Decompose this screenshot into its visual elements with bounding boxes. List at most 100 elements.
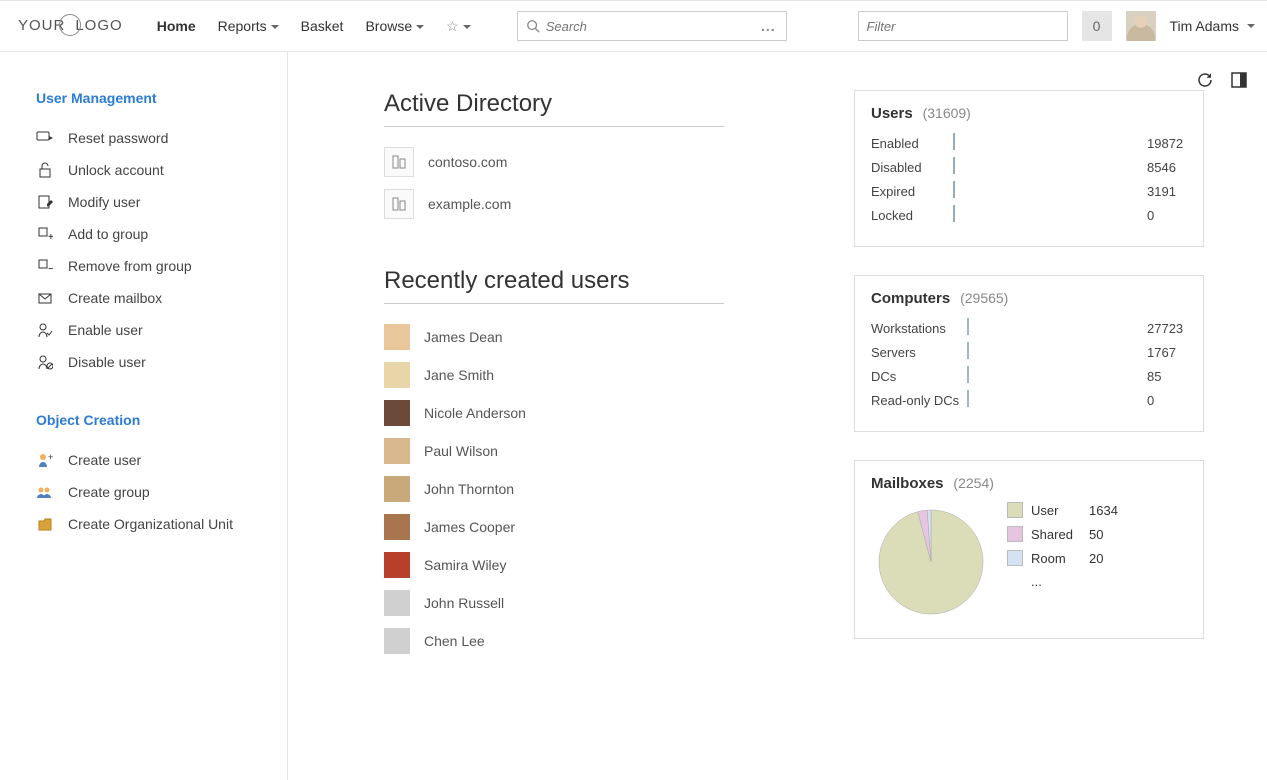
- search-input[interactable]: [546, 19, 759, 34]
- nav-basket[interactable]: Basket: [291, 12, 354, 40]
- legend-item[interactable]: Shared50: [1007, 526, 1118, 542]
- user-name-label: James Cooper: [424, 519, 515, 535]
- stat-label: Enabled: [871, 136, 953, 151]
- user-list-item[interactable]: James Cooper: [384, 508, 814, 546]
- top-nav: Home Reports Basket Browse ☆: [147, 12, 481, 41]
- sidebar-heading-object-creation: Object Creation: [36, 412, 287, 428]
- legend-swatch-icon: [1007, 526, 1023, 542]
- stat-bar: [967, 343, 1139, 361]
- stat-row[interactable]: Expired3191: [871, 182, 1187, 200]
- logo: YOURLOGO: [12, 15, 133, 37]
- user-name-label: Paul Wilson: [424, 443, 498, 459]
- filter-box[interactable]: [858, 11, 1068, 41]
- user-list-item[interactable]: Chen Lee: [384, 622, 814, 660]
- stat-label: Locked: [871, 208, 953, 223]
- sidebar-item-label: Modify user: [68, 194, 140, 210]
- legend-item[interactable]: User 1634: [1007, 502, 1118, 518]
- user-avatar-icon: [384, 400, 410, 426]
- user-list-item[interactable]: James Dean: [384, 318, 814, 356]
- filter-input[interactable]: [867, 19, 1059, 34]
- legend-label: User: [1031, 503, 1081, 518]
- legend-label: Shared: [1031, 527, 1081, 542]
- sidebar: User Management Reset passwordUnlock acc…: [0, 52, 288, 780]
- panel-computers-title: Computers: [871, 290, 950, 307]
- sidebar-heading-user-management: User Management: [36, 90, 287, 106]
- panel-users-title: Users: [871, 105, 913, 122]
- stat-value: 3191: [1147, 184, 1187, 199]
- chevron-down-icon: [416, 25, 424, 29]
- user-list-item[interactable]: John Thornton: [384, 470, 814, 508]
- sidebar-item[interactable]: −Remove from group: [36, 250, 287, 282]
- user-list-item[interactable]: Jane Smith: [384, 356, 814, 394]
- sidebar-item[interactable]: Create group: [36, 476, 287, 508]
- legend-value: 1634: [1089, 503, 1118, 518]
- stat-bar: [967, 319, 1139, 337]
- domain-item[interactable]: example.com: [384, 183, 814, 225]
- nav-home[interactable]: Home: [147, 12, 206, 40]
- basket-counter[interactable]: 0: [1082, 11, 1112, 41]
- user-avatar-icon: [384, 324, 410, 350]
- search-more-icon[interactable]: ...: [759, 18, 778, 34]
- user-menu[interactable]: Tim Adams: [1170, 18, 1256, 34]
- main-content: Active Directory contoso.comexample.com …: [288, 52, 1267, 780]
- topbar: YOURLOGO Home Reports Basket Browse ☆ ..…: [0, 0, 1267, 52]
- nav-favorites[interactable]: ☆: [436, 12, 481, 41]
- legend-value: 20: [1089, 551, 1103, 566]
- stat-row[interactable]: Disabled 8546: [871, 158, 1187, 176]
- action-icon: [36, 193, 54, 211]
- stat-label: Read-only DCs: [871, 393, 967, 408]
- legend-item[interactable]: Room 20: [1007, 550, 1118, 566]
- stat-row[interactable]: Read-only DCs0: [871, 391, 1187, 409]
- action-icon: [36, 289, 54, 307]
- legend-more[interactable]: ...: [1007, 574, 1118, 589]
- stat-row[interactable]: Servers1767: [871, 343, 1187, 361]
- refresh-icon[interactable]: [1195, 70, 1215, 90]
- search-box[interactable]: ...: [517, 11, 787, 41]
- panel-computers-count: (29565): [960, 290, 1008, 306]
- svg-text:+: +: [48, 452, 53, 462]
- stat-row[interactable]: Workstations27723: [871, 319, 1187, 337]
- sidebar-item[interactable]: Unlock account: [36, 154, 287, 186]
- stat-row[interactable]: Locked0: [871, 206, 1187, 224]
- sidebar-item[interactable]: +Add to group: [36, 218, 287, 250]
- user-list-item[interactable]: Samira Wiley: [384, 546, 814, 584]
- sidebar-item[interactable]: Create mailbox: [36, 282, 287, 314]
- user-avatar-icon: [384, 362, 410, 388]
- sidebar-item-label: Create user: [68, 452, 141, 468]
- panel-mailboxes-count: (2254): [953, 475, 993, 491]
- domain-icon: [384, 189, 414, 219]
- legend-label: Room: [1031, 551, 1081, 566]
- stat-label: Disabled: [871, 160, 953, 175]
- panel-users: Users (31609) Enabled19872Disabled8546Ex…: [854, 90, 1204, 247]
- action-icon: [36, 515, 54, 533]
- sidebar-item-label: Remove from group: [68, 258, 192, 274]
- panel-toggle-icon[interactable]: [1229, 70, 1249, 90]
- user-name-label: James Dean: [424, 329, 503, 345]
- stat-bar: [967, 391, 1139, 409]
- sidebar-item-label: Create group: [68, 484, 150, 500]
- sidebar-item[interactable]: Enable user: [36, 314, 287, 346]
- section-title-active-directory: Active Directory: [384, 90, 814, 118]
- stat-bar: [953, 134, 1139, 152]
- sidebar-item[interactable]: + Create user: [36, 444, 287, 476]
- sidebar-item[interactable]: Reset password: [36, 122, 287, 154]
- sidebar-item[interactable]: Disable user: [36, 346, 287, 378]
- user-avatar-icon: [384, 552, 410, 578]
- sidebar-item[interactable]: Create Organizational Unit: [36, 508, 287, 540]
- stat-row[interactable]: DCs85: [871, 367, 1187, 385]
- avatar[interactable]: [1126, 11, 1156, 41]
- stat-label: Workstations: [871, 321, 967, 336]
- nav-reports[interactable]: Reports: [208, 12, 289, 40]
- nav-browse[interactable]: Browse: [355, 12, 434, 40]
- stat-row[interactable]: Enabled19872: [871, 134, 1187, 152]
- stat-value: 8546: [1147, 160, 1187, 175]
- user-list-item[interactable]: Paul Wilson: [384, 432, 814, 470]
- sidebar-item[interactable]: Modify user: [36, 186, 287, 218]
- search-icon: [526, 19, 540, 33]
- user-list-item[interactable]: Nicole Anderson: [384, 394, 814, 432]
- panel-computers: Computers (29565) Workstations27723 Serve…: [854, 275, 1204, 432]
- domain-item[interactable]: contoso.com: [384, 141, 814, 183]
- user-list-item[interactable]: John Russell: [384, 584, 814, 622]
- user-avatar-icon: [384, 628, 410, 654]
- legend-swatch-icon: [1007, 502, 1023, 518]
